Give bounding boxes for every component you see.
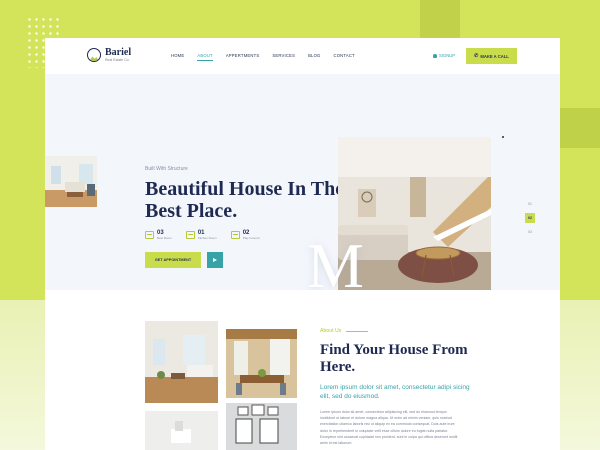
about-eyebrow: About Us	[320, 328, 369, 334]
stat-kitchen-room: 01 Kitchen Room	[185, 230, 217, 240]
about-title: Find Your House From Here.	[320, 342, 468, 375]
main-nav: HOME ABOUT APPERTMENTS SERVICES BLOG CON…	[171, 53, 368, 61]
bed-icon	[145, 231, 154, 239]
about-eyebrow-label: About Us	[320, 328, 342, 334]
website-frame: Bariel Real Estate Co. HOME ABOUT APPERT…	[45, 38, 560, 450]
playground-icon	[230, 231, 240, 239]
brand-name: Bariel	[105, 47, 132, 58]
make-a-call-button[interactable]: ✆ MAKE A CALL	[466, 48, 517, 64]
slide-dot-03[interactable]: 03	[525, 227, 535, 237]
nav-services[interactable]: SERVICES	[272, 53, 295, 58]
slide-dot-02[interactable]: 02	[525, 213, 535, 223]
nav-home[interactable]: HOME	[171, 53, 184, 58]
hero-title: Beautiful House In The Best Place.	[145, 178, 345, 222]
stat-label: Best Room	[157, 236, 172, 240]
stat-label: Play Ground	[242, 236, 260, 240]
brand-tagline: Real Estate Co.	[105, 58, 130, 62]
call-label: MAKE A CALL	[480, 53, 509, 59]
about-section: About Us Find Your House From Here. Lore…	[45, 290, 560, 450]
hero-stats: 03 Best Room 01 Kitchen Room 02 Play Gro…	[145, 230, 259, 240]
nav-appertments[interactable]: APPERTMENTS	[226, 53, 260, 58]
nav-contact[interactable]: CONTACT	[334, 53, 355, 58]
about-body: Lorem ipsum dolor sit amet, consectetur …	[320, 410, 458, 446]
signup-link[interactable]: SIGNUP	[433, 53, 455, 58]
nav-about[interactable]: ABOUT	[197, 53, 214, 61]
room-thumbnail	[45, 156, 97, 207]
watermark-letter: M	[307, 230, 364, 301]
signup-label: SIGNUP	[439, 53, 456, 58]
logo-mountain-icon	[87, 48, 101, 63]
stat-play-ground: 02 Play Ground	[230, 230, 260, 240]
user-icon	[433, 53, 437, 58]
nav-blog[interactable]: BLOG	[308, 53, 320, 58]
get-appointment-button[interactable]: GET APPOINTMENT	[145, 252, 201, 268]
decor-dot	[502, 136, 504, 138]
kitchen-icon	[185, 231, 195, 239]
gallery-image-dining-room	[226, 329, 297, 398]
logo[interactable]: Bariel Real Estate Co.	[87, 48, 131, 63]
stat-best-room: 03 Best Room	[145, 230, 172, 240]
slide-pager: 01 02 03	[525, 199, 535, 237]
gallery-image-bedroom	[145, 411, 218, 450]
gallery-image-wall-art	[226, 403, 297, 450]
play-video-button[interactable]	[207, 252, 223, 268]
play-icon	[213, 258, 217, 262]
hero-tagline: Built With Structure	[145, 166, 188, 172]
gallery-image-living-room	[145, 321, 218, 403]
about-lead: Lorem ipsum dolor sit amet, consectetur …	[320, 384, 470, 400]
stat-label: Kitchen Room	[197, 236, 217, 240]
hero-section: Built With Structure Beautiful House In …	[45, 74, 560, 298]
slide-dot-01[interactable]: 01	[525, 199, 535, 209]
background-block	[420, 0, 460, 38]
eyebrow-rule	[346, 330, 369, 332]
site-header: Bariel Real Estate Co. HOME ABOUT APPERT…	[45, 38, 560, 74]
phone-icon: ✆	[474, 52, 479, 59]
background-block	[560, 108, 600, 148]
